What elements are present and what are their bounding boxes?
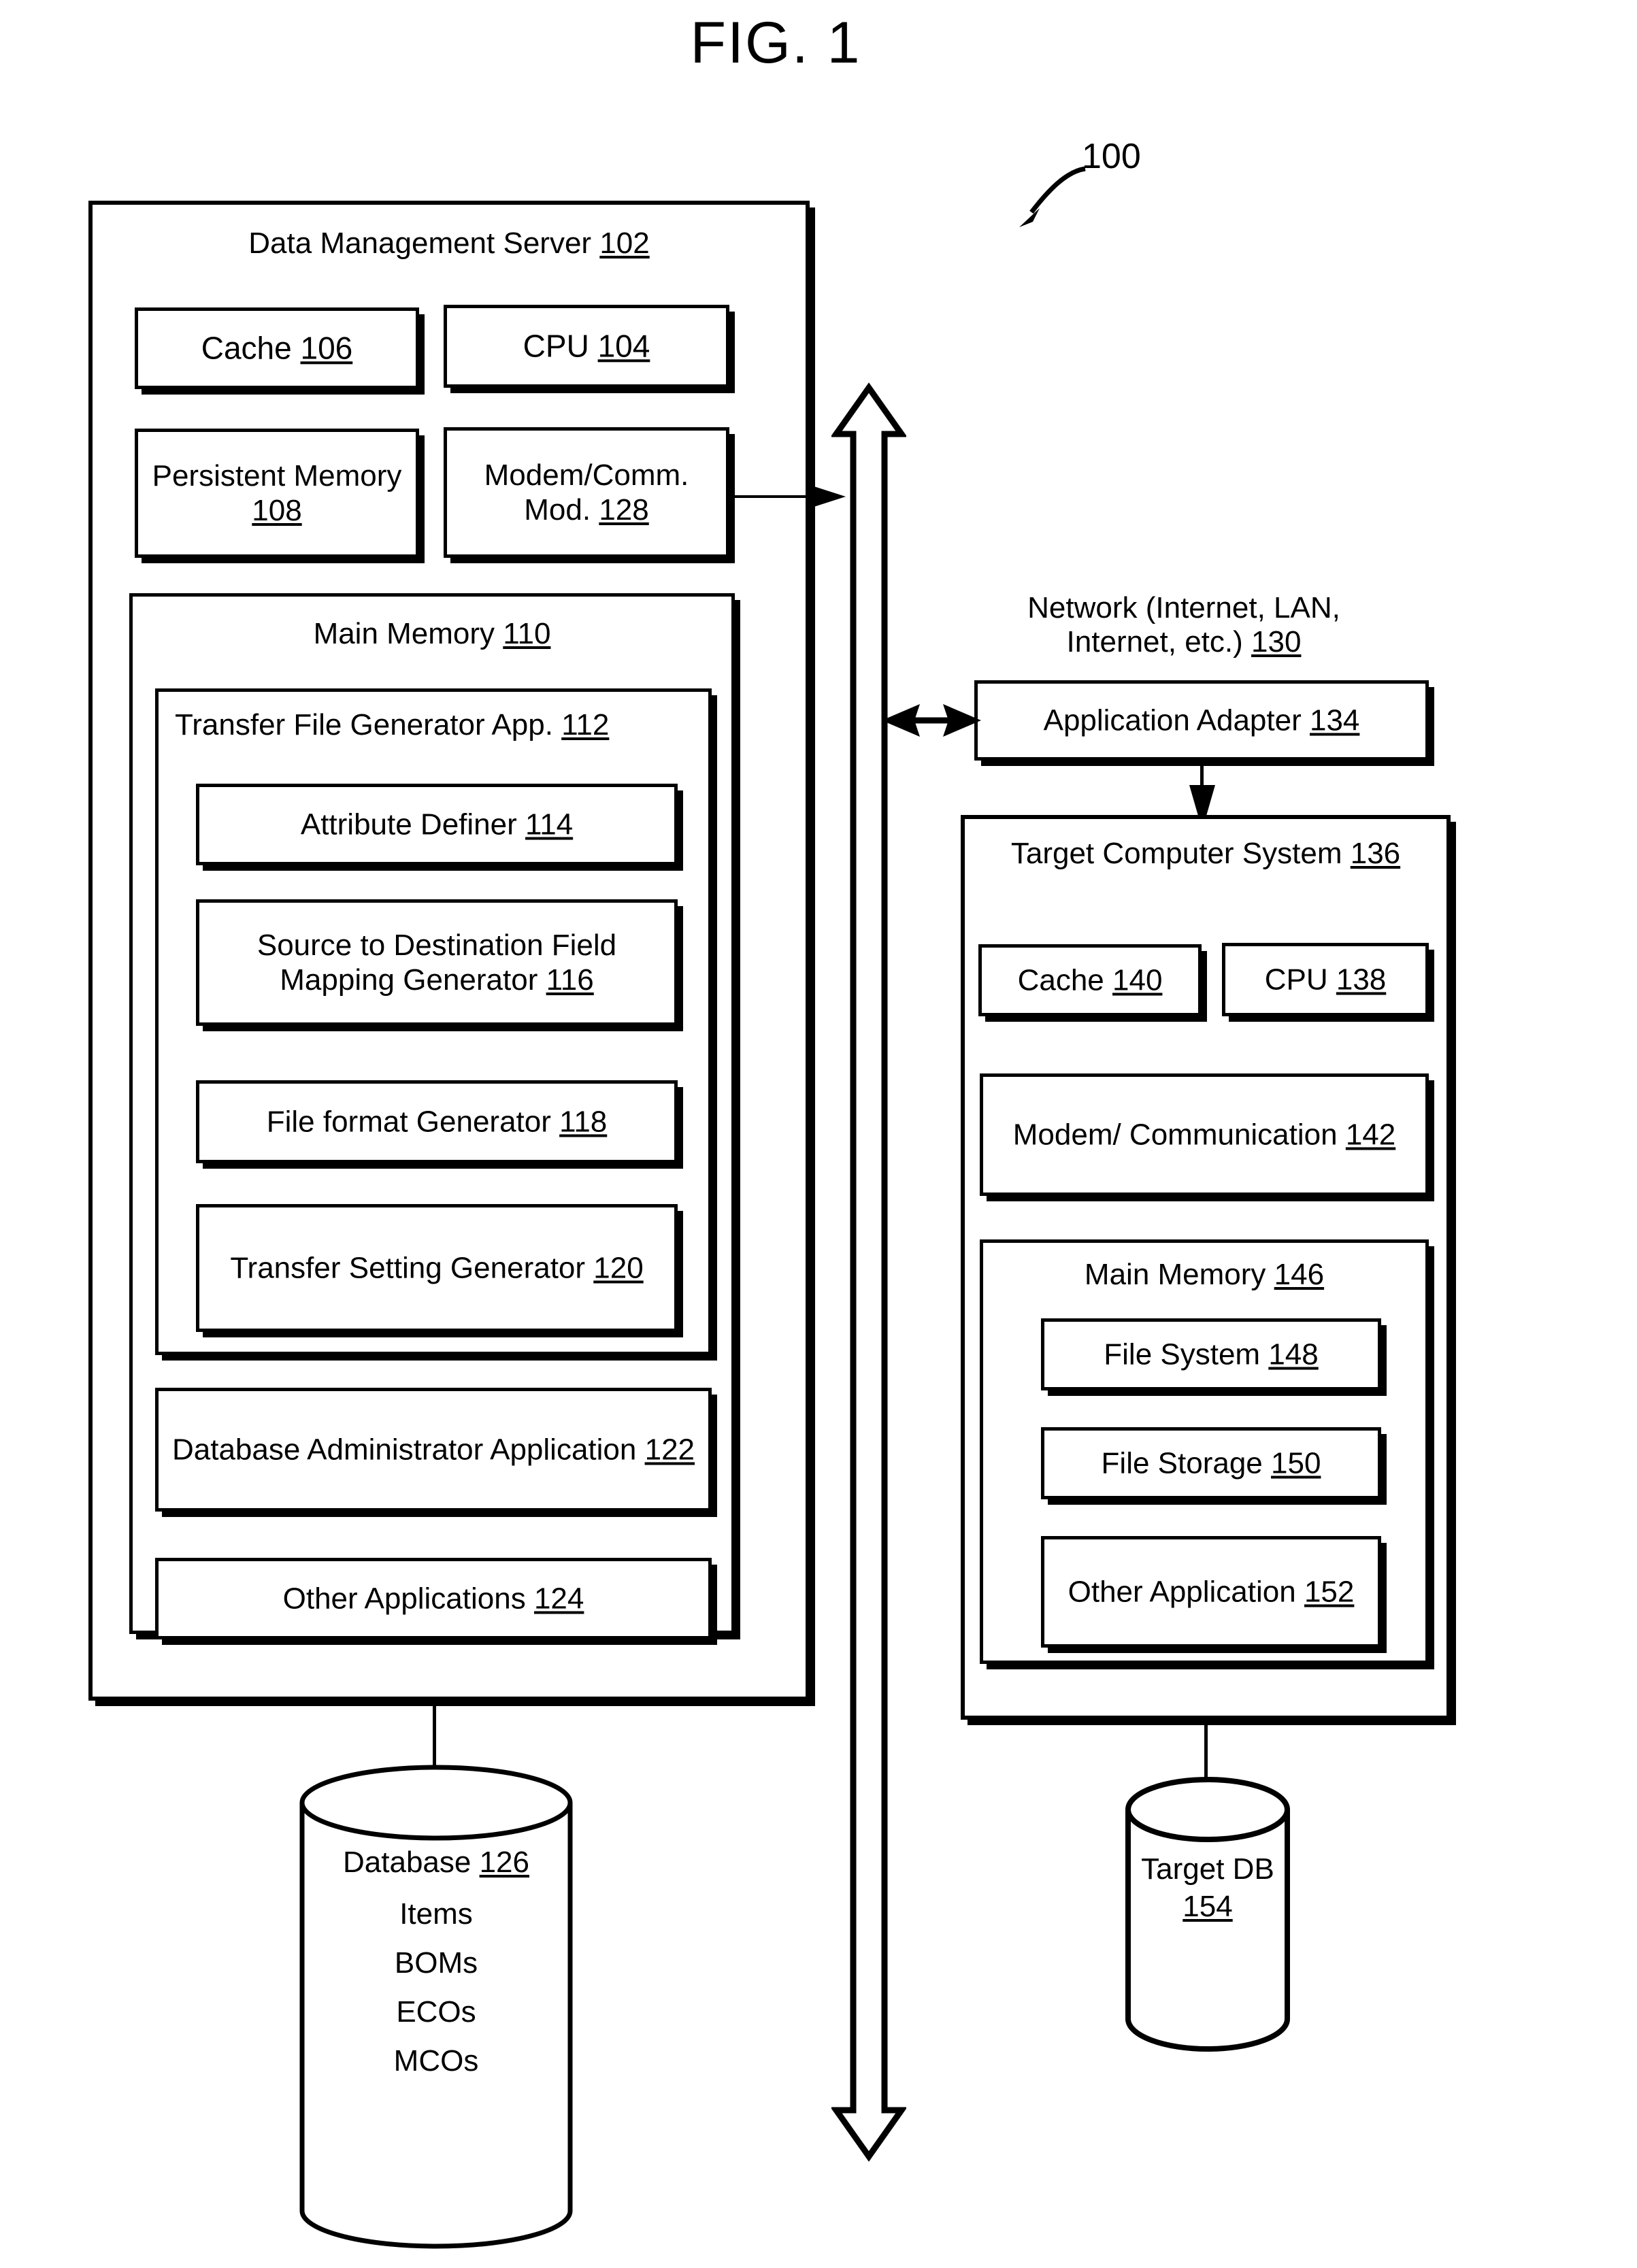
source-to-destination-field-mapping-generator-116-label: Source to Destination Field Mapping Gene… (257, 928, 617, 997)
application-adapter-134-label: Application Adapter 134 (1043, 703, 1360, 737)
cache-106-label: Cache 106 (201, 330, 353, 366)
source-to-destination-field-mapping-generator-116-box: Source to Destination Field Mapping Gene… (196, 899, 678, 1026)
transfer-setting-generator-120-label: Transfer Setting Generator 120 (230, 1251, 644, 1285)
file-storage-150-box: File Storage 150 (1041, 1427, 1381, 1499)
transfer-setting-generator-120-box: Transfer Setting Generator 120 (196, 1204, 678, 1332)
cpu-104-label: CPU 104 (523, 328, 650, 364)
system-reference-numeral: 100 (1082, 137, 1141, 176)
database-126-item-1: BOMs (394, 1946, 478, 1980)
other-application-152-box: Other Application 152 (1041, 1536, 1381, 1648)
network-130-label: Network (Internet, LAN, Internet, etc.) … (1027, 591, 1340, 658)
database-administrator-application-122-box: Database Administrator Application 122 (155, 1388, 712, 1512)
target-db-154-label: Target DB 154 (1141, 1852, 1274, 1923)
database-126-item-2: ECOs (396, 1995, 476, 2029)
database-126-item-3: MCOs (393, 2044, 479, 2078)
cpu-138-box: CPU 138 (1222, 943, 1429, 1016)
target-db-154-cylinder: Target DB 154 (1123, 1774, 1293, 2060)
modem-comm-module-128-box: Modem/Comm. Mod. 128 (444, 427, 729, 558)
transfer-file-generator-app-112-title: Transfer File Generator App. 112 (175, 708, 610, 741)
figure-canvas: FIG. 1 100 Data Management Server 102 Ca… (0, 0, 1637, 2268)
cache-140-box: Cache 140 (978, 944, 1202, 1016)
main-memory-110-title: Main Memory 110 (313, 617, 551, 650)
modem-comm-module-128-label: Modem/Comm. Mod. 128 (484, 458, 689, 527)
database-126-item-0: Items (399, 1897, 473, 1931)
file-system-148-box: File System 148 (1041, 1318, 1381, 1390)
cpu-104-box: CPU 104 (444, 305, 729, 388)
database-126-cylinder: Database 126 Items BOMs ECOs MCOs (297, 1762, 576, 2252)
attribute-definer-114-box: Attribute Definer 114 (196, 784, 678, 865)
main-memory-146-title: Main Memory 146 (1084, 1258, 1325, 1291)
database-administrator-application-122-label: Database Administrator Application 122 (171, 1433, 695, 1467)
target-computer-system-136-title: Target Computer System 136 (1010, 837, 1401, 870)
persistent-memory-108-label: Persistent Memory 108 (152, 458, 402, 527)
attribute-definer-114-label: Attribute Definer 114 (300, 807, 574, 841)
bus-to-application-adapter-double-arrow (882, 704, 981, 737)
application-adapter-134-box: Application Adapter 134 (974, 680, 1429, 761)
file-format-generator-118-box: File format Generator 118 (196, 1080, 678, 1163)
database-126-title: Database 126 (343, 1846, 529, 1879)
other-application-152-label: Other Application 152 (1068, 1575, 1355, 1609)
system-reference-arrow (1019, 166, 1086, 227)
file-format-generator-118-label: File format Generator 118 (266, 1105, 608, 1139)
persistent-memory-108-box: Persistent Memory 108 (135, 429, 419, 558)
modem-communication-142-label: Modem/ Communication 142 (1012, 1118, 1396, 1152)
data-management-server-title: Data Management Server 102 (248, 227, 650, 260)
network-bus-double-arrow (831, 382, 906, 2162)
cpu-138-label: CPU 138 (1264, 963, 1387, 997)
file-storage-150-label: File Storage 150 (1101, 1446, 1321, 1480)
other-applications-124-label: Other Applications 124 (282, 1582, 584, 1616)
cache-106-box: Cache 106 (135, 307, 419, 389)
modem-communication-142-box: Modem/ Communication 142 (980, 1073, 1429, 1196)
other-applications-124-box: Other Applications 124 (155, 1558, 712, 1639)
figure-title: FIG. 1 (690, 10, 861, 76)
cache-140-label: Cache 140 (1017, 963, 1163, 997)
file-system-148-label: File System 148 (1104, 1337, 1319, 1371)
